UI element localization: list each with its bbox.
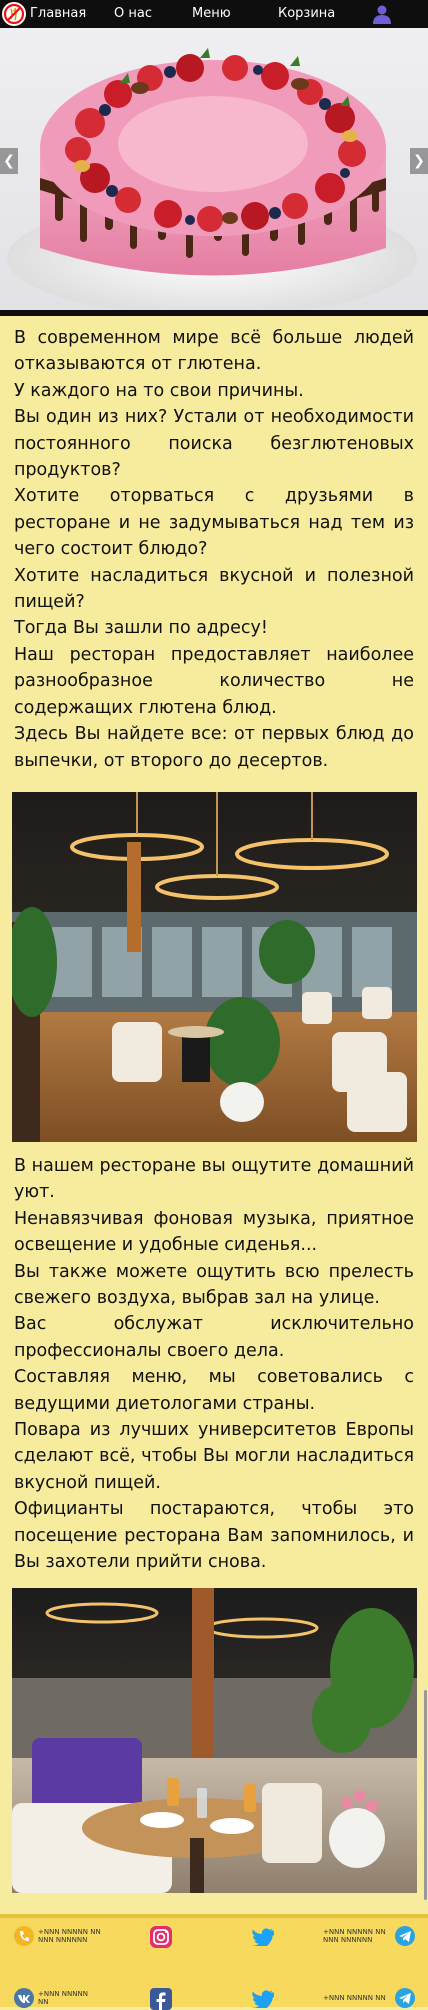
intro-paragraph: Наш ресторан предоставляет наиболее разн… <box>14 644 414 718</box>
telegram-icon <box>395 1926 415 1946</box>
footer-contact-3[interactable]: +NNN NNNNN NN <box>14 1988 98 2008</box>
intro-paragraph: Хотите насладиться вкусной и полезной пи… <box>14 565 414 613</box>
about-paragraph: Составляя меню, мы советовались с ведущи… <box>14 1367 414 1414</box>
top-nav: Главная О нас Меню Корзина <box>0 0 428 28</box>
about-paragraph: Официанты постараются, чтобы это посещен… <box>14 1499 414 1573</box>
user-icon[interactable] <box>372 4 392 24</box>
footer: +NNN NNNNN NN NNN NNNNNN +NNN NNNNN NN N… <box>0 1918 428 2010</box>
intro-paragraph: Вы один из них? Устали от необходимости … <box>14 407 414 481</box>
nav-item-about[interactable]: О нас <box>114 6 152 21</box>
footer-phone-text: +NNN NNNNN NN NNN NNNNNN <box>323 1928 386 1944</box>
nav-item-home[interactable]: Главная <box>30 6 86 21</box>
nav-item-cart[interactable]: Корзина <box>278 6 335 21</box>
twitter-icon[interactable] <box>252 1928 274 1946</box>
about-paragraph: Ненавязчивая фоновая музыка, приятное ос… <box>14 1208 414 1256</box>
chevron-right-icon[interactable]: ❯ <box>410 148 428 174</box>
phone-icon <box>14 1926 34 1946</box>
footer-phone-text: +NNN NNNNN NN <box>323 1994 386 2002</box>
footer-contact-4[interactable]: +NNN NNNNN NN <box>323 1988 415 2008</box>
intro-text: В современном мире всё больше людей отка… <box>14 325 414 774</box>
footer-contact-2[interactable]: +NNN NNNNN NN NNN NNNNNN <box>323 1926 415 1946</box>
hero-banner: ❮ ❯ <box>0 28 428 316</box>
about-paragraph: Вас обслужат исключительно профессионалы… <box>14 1314 414 1361</box>
footer-phone-text: +NNN NNNNN NN <box>38 1990 88 2006</box>
chevron-left-icon[interactable]: ❮ <box>0 148 18 174</box>
footer-contact-1[interactable]: +NNN NNNNN NN NNN NNNNNN <box>14 1926 108 1946</box>
about-text: В нашем ресторане вы ощутите домашний ую… <box>14 1153 414 1576</box>
about-paragraph: В нашем ресторане вы ощутите домашний ую… <box>14 1156 414 1203</box>
about-paragraph: Повара из лучших университетов Европы сд… <box>14 1420 414 1493</box>
intro-paragraph: Здесь Вы найдете все: от первых блюд до … <box>14 724 414 771</box>
intro-paragraph: В современном мире всё больше людей отка… <box>14 328 414 375</box>
hero-divider <box>0 310 428 316</box>
twitter-icon[interactable] <box>252 1990 274 2008</box>
intro-paragraph: Хотите оторваться с друзьями в ресторане… <box>14 486 414 560</box>
vk-icon <box>14 1988 34 2008</box>
restaurant-table-photo <box>12 1588 417 1893</box>
nav-item-menu[interactable]: Меню <box>192 6 231 21</box>
intro-paragraph: Тогда Вы зашли по адресу! <box>14 618 268 639</box>
no-gluten-icon[interactable] <box>2 2 26 26</box>
telegram-icon <box>395 1988 415 2008</box>
footer-phone-text: +NNN NNNNN NN NNN NNNNNN <box>38 1928 101 1944</box>
intro-paragraph: У каждого на то свои причины. <box>14 380 304 401</box>
about-paragraph: Вы также можете ощутить всю прелесть све… <box>14 1261 414 1309</box>
restaurant-hall-photo <box>12 792 417 1142</box>
strawberry-cake-photo <box>7 48 417 316</box>
scrollbar[interactable] <box>424 1690 427 1900</box>
instagram-icon[interactable] <box>150 1926 172 1948</box>
